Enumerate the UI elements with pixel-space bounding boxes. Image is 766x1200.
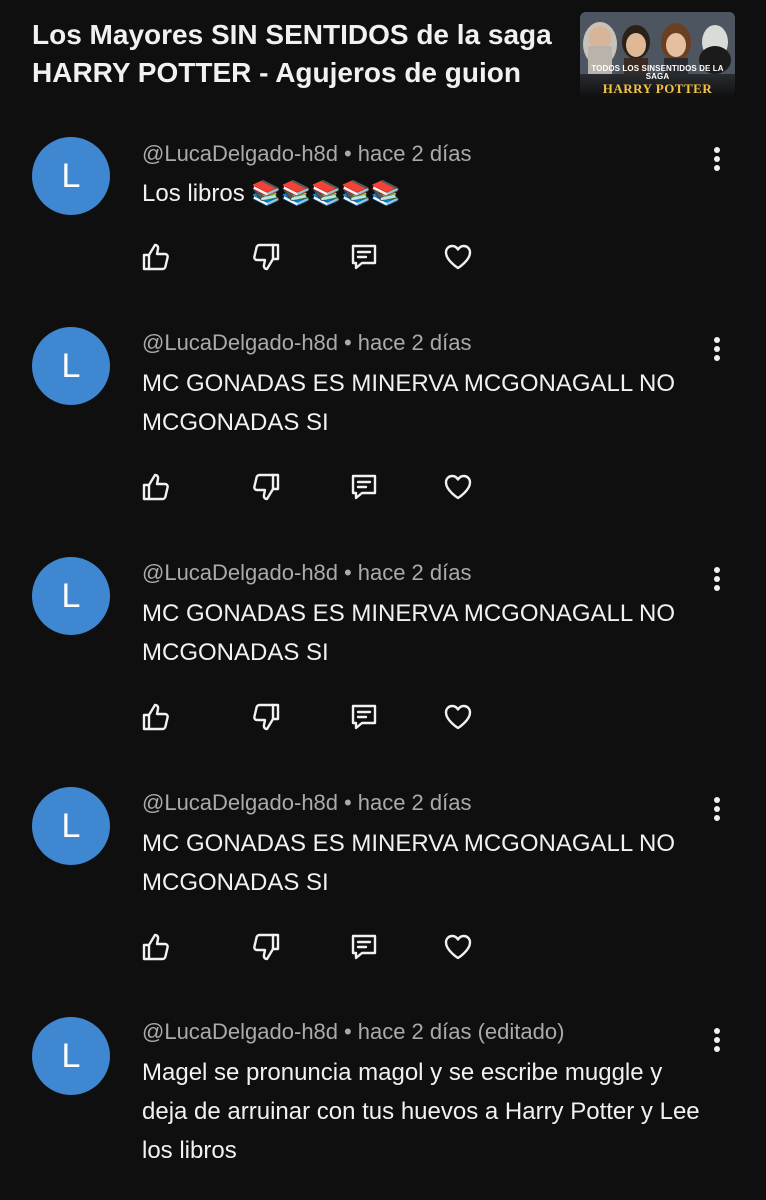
comment-meta: @LucaDelgado-h8d • hace 2 días [142,558,471,588]
reply-button[interactable] [348,701,380,733]
comment-actions [140,241,480,275]
comment-time: hace 2 días [357,141,472,166]
heart-icon [444,474,472,500]
heart-button[interactable] [442,931,474,963]
thumbs-down-icon [253,473,280,501]
thumbnail-caption-big: HARRY POTTER [602,81,713,96]
video-title[interactable]: Los Mayores SIN SENTIDOS de la saga HARR… [32,16,562,92]
avatar[interactable]: L [32,137,110,215]
thumbs-up-icon [142,933,169,961]
more-vertical-icon [714,797,720,821]
comment-menu-button[interactable] [700,332,734,368]
like-button[interactable] [140,241,172,273]
comment-menu-button[interactable] [700,792,734,828]
like-button[interactable] [140,931,172,963]
thumbnail-caption: TODOS LOS SINSENTIDOS DE LA SAGA HARRY P… [580,64,735,96]
comment-menu-button[interactable] [700,1023,734,1059]
meta-separator: • [344,330,352,355]
thumbs-up-icon [142,703,169,731]
comment-time: hace 2 días [357,330,472,355]
like-button[interactable] [140,471,172,503]
comment-text: Los libros 📚📚📚📚📚 [142,180,401,207]
reply-comment-icon [351,244,377,270]
dislike-button[interactable] [250,931,282,963]
video-header: Los Mayores SIN SENTIDOS de la saga HARR… [0,0,766,110]
comment-actions [140,471,480,505]
meta-separator: • [344,141,352,166]
more-vertical-icon [714,337,720,361]
reply-comment-icon [351,704,377,730]
comment-menu-button[interactable] [700,562,734,598]
comment-author[interactable]: @LucaDelgado-h8d [142,141,338,166]
comment-text: MC GONADAS ES MINERVA MCGONAGALL NO MCGO… [142,600,675,666]
meta-separator: • [344,560,352,585]
comment-author[interactable]: @LucaDelgado-h8d [142,790,338,815]
avatar[interactable]: L [32,787,110,865]
thumbs-up-icon [142,243,169,271]
heart-icon [444,934,472,960]
comment-actions [140,701,480,735]
comment-meta: @LucaDelgado-h8d • hace 2 días (editado) [142,1017,564,1047]
comment-time: hace 2 días [357,560,472,585]
dislike-button[interactable] [250,471,282,503]
comment-author[interactable]: @LucaDelgado-h8d [142,1019,338,1044]
comment-time: hace 2 días (editado) [357,1019,565,1044]
heart-icon [444,704,472,730]
video-thumbnail[interactable]: TODOS LOS SINSENTIDOS DE LA SAGA HARRY P… [580,12,735,97]
more-vertical-icon [714,147,720,171]
avatar[interactable]: L [32,1017,110,1095]
meta-separator: • [344,1019,352,1044]
more-vertical-icon [714,567,720,591]
thumbs-down-icon [253,703,280,731]
comment-time: hace 2 días [357,790,472,815]
heart-button[interactable] [442,701,474,733]
comment-meta: @LucaDelgado-h8d • hace 2 días [142,328,471,358]
thumbs-down-icon [253,243,280,271]
dislike-button[interactable] [250,241,282,273]
reply-button[interactable] [348,471,380,503]
comment-author[interactable]: @LucaDelgado-h8d [142,560,338,585]
heart-button[interactable] [442,241,474,273]
reply-comment-icon [351,934,377,960]
thumbs-down-icon [253,933,280,961]
heart-icon [444,244,472,270]
reply-comment-icon [351,474,377,500]
reply-button[interactable] [348,931,380,963]
comment-author[interactable]: @LucaDelgado-h8d [142,330,338,355]
avatar[interactable]: L [32,327,110,405]
avatar[interactable]: L [32,557,110,635]
thumbnail-caption-small: TODOS LOS SINSENTIDOS DE LA SAGA [591,64,724,81]
reply-button[interactable] [348,241,380,273]
meta-separator: • [344,790,352,815]
comment-text: MC GONADAS ES MINERVA MCGONAGALL NO MCGO… [142,830,675,896]
comment-text: MC GONADAS ES MINERVA MCGONAGALL NO MCGO… [142,370,675,436]
thumbs-up-icon [142,473,169,501]
comment-actions [140,931,480,965]
comment-meta: @LucaDelgado-h8d • hace 2 días [142,788,471,818]
heart-button[interactable] [442,471,474,503]
comment-meta: @LucaDelgado-h8d • hace 2 días [142,139,471,169]
more-vertical-icon [714,1028,720,1052]
dislike-button[interactable] [250,701,282,733]
comment-text: Magel se pronuncia magol y se escribe mu… [142,1059,700,1164]
comment-menu-button[interactable] [700,142,734,178]
like-button[interactable] [140,701,172,733]
